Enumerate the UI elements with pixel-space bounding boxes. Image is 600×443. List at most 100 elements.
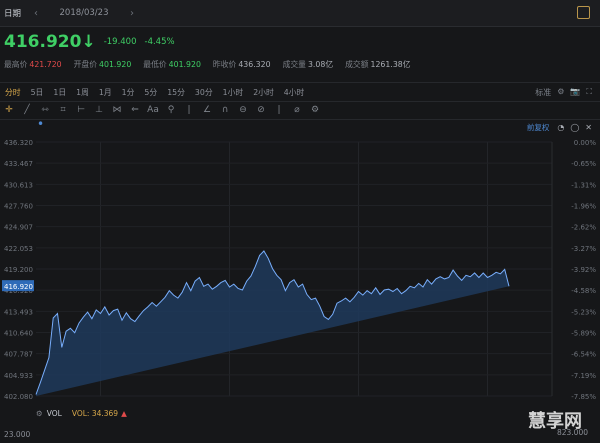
y-tick-label-left: 424.907 [4,224,33,232]
chart-header-controls: 前复权 ◔ ◯ ✕ [527,122,592,133]
chart-marker-dot: • [37,117,45,131]
y-tick-label-left: 433.467 [4,160,33,168]
fullscreen-icon[interactable]: ⛶ [586,87,592,98]
tab-2hour[interactable]: 2小时 [248,87,279,98]
divider-icon: | [187,105,191,115]
eraser-icon[interactable]: ⊖ [234,105,252,115]
close-icon[interactable]: ✕ [585,123,592,132]
date-label: 日期 [4,9,22,19]
chart-style-select[interactable]: 标准 [535,87,551,98]
tabs-right-controls: 标准 ⚙ 📷 ⛶ [535,87,592,98]
volume-indicator-name[interactable]: VOL [47,409,62,418]
volume-panel-header: ⚙ VOL VOL: 34.369 ▲ [0,405,600,421]
stat-label-low: 最低价 [143,59,167,69]
y-tick-label-right: -3.27% [571,245,596,253]
stat-label-open: 开盘价 [73,59,98,69]
vertical-line-icon[interactable]: ⊥ [90,105,108,115]
y-tick-label-left: 419.200 [4,266,33,274]
tab-intraday[interactable]: 分时 [0,87,26,98]
reset-icon[interactable]: ◯ [570,123,579,132]
text-icon[interactable]: Aa [144,105,162,115]
top-bar: 日期 ‹ 2018/03/23 › [0,0,600,27]
stat-value-high: 421.720 [29,59,62,69]
drawing-toolbar: ✛ ╱ ⇿ ⌗ ⊢ ⊥ ⋈ ⇐ Aa ⚲ | ∠ ∩ ⊖ ⊘ | ⌀ ⚙ [0,101,600,120]
y-tick-label-right: -2.62% [571,224,596,232]
y-tick-label-right: -5.23% [571,308,596,316]
last-price: 416.920↓ [4,32,96,52]
chart-header: • 前复权 ◔ ◯ ✕ [0,117,600,134]
volume-axis: 23.000 823.000 [0,425,600,443]
stat-label-turnover: 成交额 [345,59,369,69]
current-price-tag: 416.920 [2,280,34,292]
y-tick-label-right: -1.96% [571,203,596,211]
hide-icon[interactable]: ⊘ [252,105,270,115]
y-tick-label-left: 436.320 [4,139,33,147]
edit-icon[interactable] [577,6,590,19]
y-tick-label-right: 0.00% [574,139,597,147]
y-tick-label-right: -4.58% [571,287,596,295]
volume-up-arrow-icon: ▲ [121,408,127,418]
y-tick-label-left: 430.613 [4,181,33,189]
tab-1min[interactable]: 1分 [117,87,140,98]
crosshair-icon[interactable]: ✛ [0,105,18,115]
tab-1day[interactable]: 1日 [48,87,71,98]
trendline-icon[interactable]: ╱ [18,105,36,115]
tab-30min[interactable]: 30分 [190,87,218,98]
stat-value-open: 401.920 [99,59,132,69]
angle-icon[interactable]: ∠ [198,105,216,115]
settings-icon[interactable]: ⚙ [557,87,564,98]
volume-settings-icon[interactable]: ⚙ [36,409,43,418]
y-axis-left: 436.320 433.467 430.613 427.760 424.907 422.0… [4,139,33,401]
tab-5day[interactable]: 5日 [26,87,49,98]
next-date-button[interactable]: › [124,8,140,19]
period-tabs: 分时 5日 1日 1周 1月 1分 5分 15分 30分 1小时 2小时 4小时… [0,82,600,102]
stat-value-turnover: 1261.38亿 [370,59,411,69]
tab-1hour[interactable]: 1小时 [218,87,249,98]
y-tick-label-right: -0.65% [571,160,596,168]
tab-1week[interactable]: 1周 [71,87,94,98]
stat-value-volume: 3.08亿 [307,59,334,69]
y-tick-label-left: 402.080 [4,393,33,401]
prev-date-button[interactable]: ‹ [28,8,44,19]
intraday-chart[interactable]: 436.320 433.467 430.613 427.760 424.907 422.0… [0,134,600,404]
ray-icon[interactable]: ⇿ [36,105,54,115]
horizontal-line-icon[interactable]: ⊢ [72,105,90,115]
y-tick-label-left: 427.760 [4,203,33,211]
stat-value-low: 401.920 [168,59,201,69]
y-tick-label-right: -1.31% [571,181,596,189]
y-tick-label-right: -3.92% [571,266,596,274]
tab-5min[interactable]: 5分 [139,87,162,98]
date-picker[interactable]: 2018/03/23 [44,8,124,18]
price-change: -19.400 [103,37,137,47]
stats-bar: 最高价 421.720 开盘价 401.920 最低价 401.920 昨收价 436.… [0,57,600,71]
zoom-icon[interactable]: ◔ [557,123,564,132]
y-tick-label-left: 404.933 [4,372,33,380]
tab-15min[interactable]: 15分 [162,87,190,98]
tab-4hour[interactable]: 4小时 [279,87,310,98]
tab-1month[interactable]: 1月 [94,87,117,98]
y-tick-label-left: 410.640 [4,330,33,338]
divider-icon: | [277,105,281,115]
arrow-icon[interactable]: ⇐ [126,105,144,115]
down-arrow-icon: ↓ [81,32,96,52]
y-tick-label-left: 413.493 [4,308,33,316]
magnet-icon[interactable]: ∩ [216,105,234,115]
stat-value-prev-close: 436.320 [238,59,271,69]
pattern-icon[interactable]: ⋈ [108,105,126,115]
stat-label-volume: 成交量 [282,59,306,69]
adjust-mode-label[interactable]: 前复权 [527,122,550,133]
y-tick-label-right: -7.19% [571,372,596,380]
channel-icon[interactable]: ⌗ [54,105,72,115]
y-axis-right: 0.00% -0.65% -1.31% -1.96% -2.62% -3.27% -3.92… [571,139,596,401]
price-area [36,251,509,396]
camera-icon[interactable]: 📷 [570,87,580,98]
stat-label-prev-close: 昨收价 [212,59,237,69]
y-tick-label-left: 422.053 [4,245,33,253]
watermark-logo: 慧享网 [528,411,582,432]
price-bar: 416.920↓ -19.400 -4.45% [0,31,600,53]
lock-icon[interactable]: ⌀ [288,105,306,115]
tool-settings-icon[interactable]: ⚙ [306,105,324,115]
y-tick-label-left: 407.787 [4,351,33,359]
y-tick-label-right: -6.54% [571,351,596,359]
measure-icon[interactable]: ⚲ [162,105,180,115]
